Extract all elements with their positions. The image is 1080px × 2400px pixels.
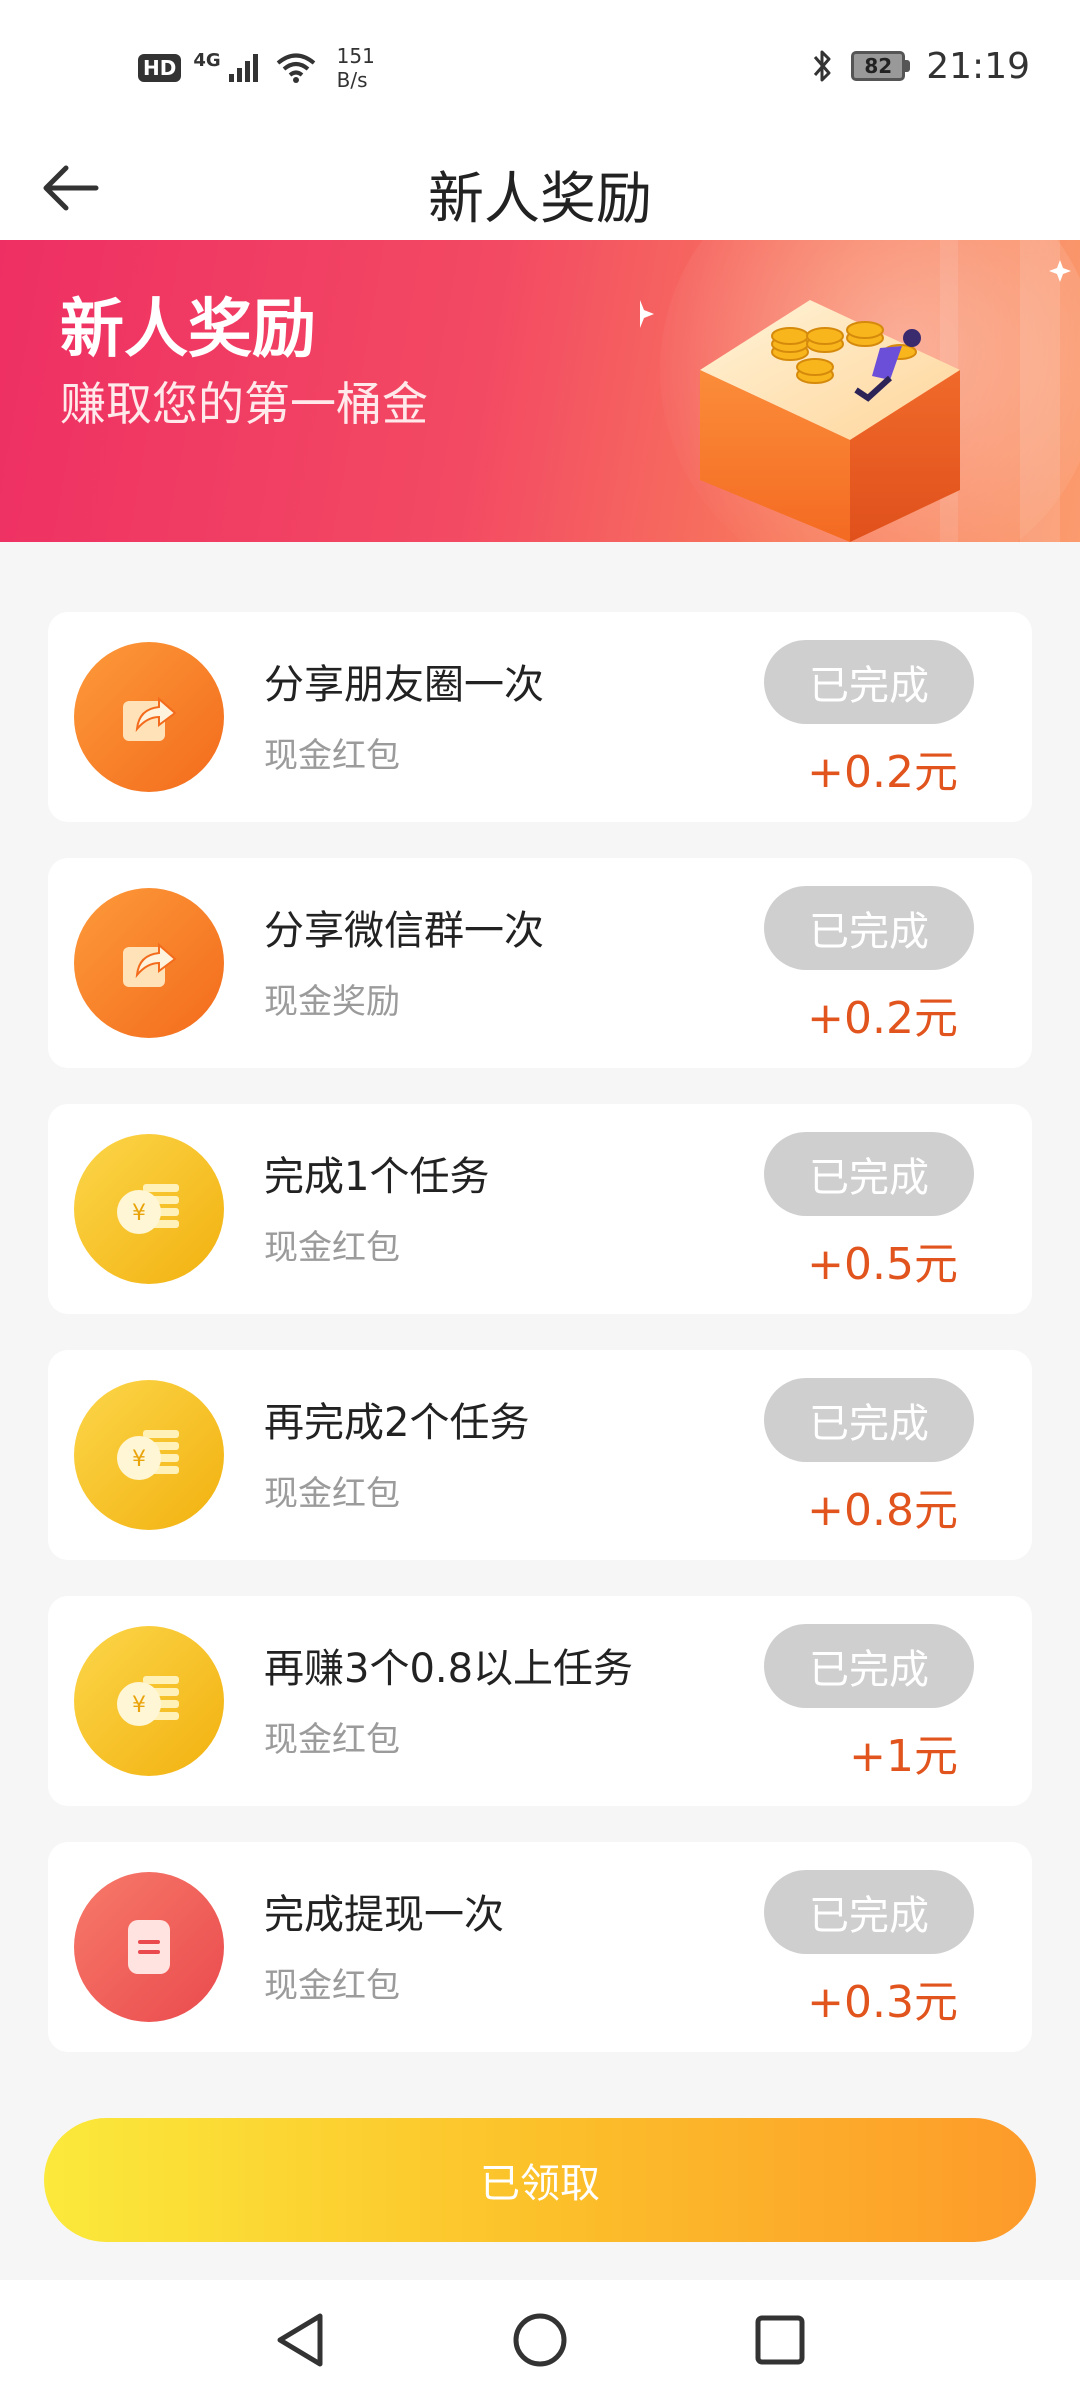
- task-subtitle: 现金红包: [264, 1474, 400, 1514]
- task-title: 再赚3个0.8以上任务: [264, 1646, 634, 1692]
- reward-amount: +0.2元: [807, 993, 958, 1044]
- claimed-button[interactable]: 已领取: [44, 2118, 1036, 2242]
- task-title: 再完成2个任务: [264, 1400, 530, 1446]
- reward-amount: +0.3元: [807, 1977, 958, 2028]
- task-subtitle: 现金红包: [264, 1966, 400, 2006]
- task-card: 分享朋友圈一次 现金红包 已完成 +0.2元: [48, 612, 1032, 822]
- circle-home-icon: [513, 2313, 567, 2367]
- completed-button[interactable]: 已完成: [764, 886, 974, 970]
- task-title: 完成1个任务: [264, 1154, 490, 1200]
- task-card: ¥ 再完成2个任务 现金红包 已完成 +0.8元: [48, 1350, 1032, 1560]
- completed-button[interactable]: 已完成: [764, 1624, 974, 1708]
- coin-icon: ¥: [74, 1626, 224, 1776]
- coin-icon: ¥: [74, 1380, 224, 1530]
- square-recents-icon: [755, 2315, 805, 2365]
- task-subtitle: 现金奖励: [264, 982, 400, 1022]
- svg-text:¥: ¥: [132, 1201, 146, 1226]
- reward-amount: +1元: [849, 1731, 958, 1782]
- share-icon: [74, 642, 224, 792]
- task-title: 分享微信群一次: [264, 908, 544, 954]
- status-right: 82 21:19: [811, 36, 1030, 96]
- reward-amount: +0.8元: [807, 1485, 958, 1536]
- task-subtitle: 现金红包: [264, 736, 400, 776]
- task-title: 完成提现一次: [264, 1892, 504, 1938]
- page-title: 新人奖励: [428, 167, 652, 232]
- battery-icon: 82: [851, 51, 911, 81]
- task-card: 完成提现一次 现金红包 已完成 +0.3元: [48, 1842, 1032, 2052]
- completed-button[interactable]: 已完成: [764, 1870, 974, 1954]
- completed-button[interactable]: 已完成: [764, 640, 974, 724]
- task-title: 分享朋友圈一次: [264, 662, 544, 708]
- triangle-back-icon: [277, 2313, 323, 2367]
- speed-unit: B/s: [336, 68, 368, 92]
- task-card: ¥ 完成1个任务 现金红包 已完成 +0.5元: [48, 1104, 1032, 1314]
- svg-text:¥: ¥: [132, 1447, 146, 1472]
- svg-text:¥: ¥: [132, 1693, 146, 1718]
- clock: 21:19: [926, 45, 1030, 87]
- signal-icon: [228, 54, 258, 82]
- status-bar: HD 4G 151 B/s 82 21:19: [0, 0, 1080, 130]
- gold-coins-illustration: [640, 240, 1080, 542]
- hd-badge: HD: [138, 54, 182, 82]
- header: 新人奖励: [0, 130, 1080, 240]
- task-subtitle: 现金红包: [264, 1720, 400, 1760]
- battery-level: 82: [851, 51, 906, 81]
- nav-home-button[interactable]: [495, 2295, 585, 2385]
- nav-recents-button[interactable]: [735, 2295, 825, 2385]
- withdraw-icon: [74, 1872, 224, 2022]
- share-icon: [74, 888, 224, 1038]
- wifi-icon: [276, 53, 315, 83]
- reward-amount: +0.2元: [807, 747, 958, 798]
- network-speed: 151 B/s: [337, 44, 375, 92]
- completed-button[interactable]: 已完成: [764, 1132, 974, 1216]
- network-type: 4G: [193, 49, 221, 71]
- speed-value: 151: [336, 44, 375, 68]
- task-card: ¥ 再赚3个0.8以上任务 现金红包 已完成 +1元: [48, 1596, 1032, 1806]
- nav-back-button[interactable]: [255, 2295, 345, 2385]
- reward-amount: +0.5元: [807, 1239, 958, 1290]
- bluetooth-icon: [814, 50, 831, 82]
- banner-subtitle: 赚取您的第一桶金: [60, 377, 428, 431]
- banner-title: 新人奖励: [60, 293, 316, 367]
- status-left: HD 4G 151 B/s: [138, 38, 375, 98]
- coin-icon: ¥: [74, 1134, 224, 1284]
- task-card: 分享微信群一次 现金奖励 已完成 +0.2元: [48, 858, 1032, 1068]
- navigation-bar: [0, 2280, 1080, 2400]
- task-list: 分享朋友圈一次 现金红包 已完成 +0.2元 分享微信群一次 现金奖励 已完成 …: [48, 612, 1032, 2088]
- completed-button[interactable]: 已完成: [764, 1378, 974, 1462]
- task-subtitle: 现金红包: [264, 1228, 400, 1268]
- banner: 新人奖励 赚取您的第一桶金: [0, 240, 1080, 542]
